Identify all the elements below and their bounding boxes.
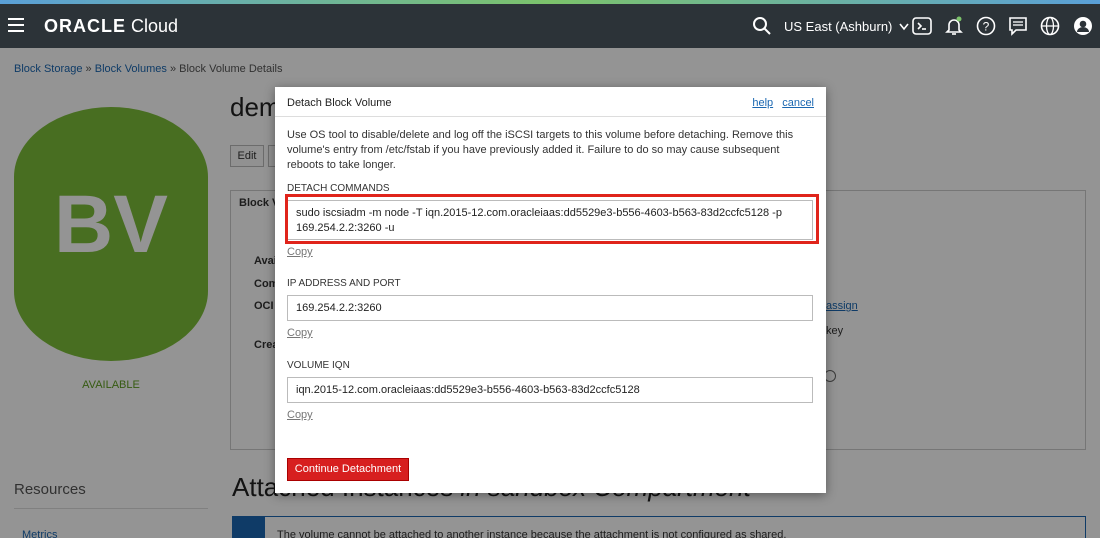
chevron-down-icon [899, 23, 909, 31]
help-link[interactable]: help [752, 97, 773, 109]
cancel-link[interactable]: cancel [782, 97, 814, 109]
ip-address-label: IP ADDRESS AND PORT [287, 278, 401, 289]
continue-detachment-button[interactable]: Continue Detachment [287, 458, 409, 481]
copy-detach-commands-link[interactable]: Copy [287, 246, 313, 258]
dialog-header-links: help cancel [746, 97, 814, 109]
top-navigation-bar: ORACLE Cloud US East (Ashburn) ? [0, 4, 1100, 48]
detach-commands-label: DETACH COMMANDS [287, 183, 390, 194]
volume-iqn-label: VOLUME IQN [287, 360, 350, 371]
cloud-shell-icon[interactable] [912, 16, 932, 36]
copy-volume-iqn-link[interactable]: Copy [287, 409, 313, 421]
dialog-title: Detach Block Volume [287, 97, 392, 109]
help-icon[interactable]: ? [976, 16, 996, 36]
oracle-cloud-logo[interactable]: ORACLE Cloud [44, 16, 178, 37]
volume-iqn-field[interactable]: iqn.2015-12.com.oracleiaas:dd5529e3-b556… [287, 377, 813, 403]
dialog-description: Use OS tool to disable/delete and log of… [287, 129, 794, 171]
globe-icon[interactable] [1040, 16, 1060, 36]
dialog-header: Detach Block Volume help cancel [275, 87, 826, 117]
svg-text:?: ? [983, 20, 990, 34]
search-icon[interactable] [752, 16, 772, 36]
bell-icon[interactable] [944, 16, 964, 36]
chat-icon[interactable] [1008, 16, 1028, 36]
detach-commands-highlight [285, 194, 819, 244]
ip-address-field[interactable]: 169.254.2.2:3260 [287, 295, 813, 321]
hamburger-icon[interactable] [8, 18, 24, 32]
copy-ip-address-link[interactable]: Copy [287, 327, 313, 339]
region-selector[interactable]: US East (Ashburn) [784, 19, 909, 34]
user-icon[interactable] [1073, 16, 1093, 36]
detach-block-volume-dialog: Detach Block Volume help cancel Use OS t… [275, 87, 826, 493]
